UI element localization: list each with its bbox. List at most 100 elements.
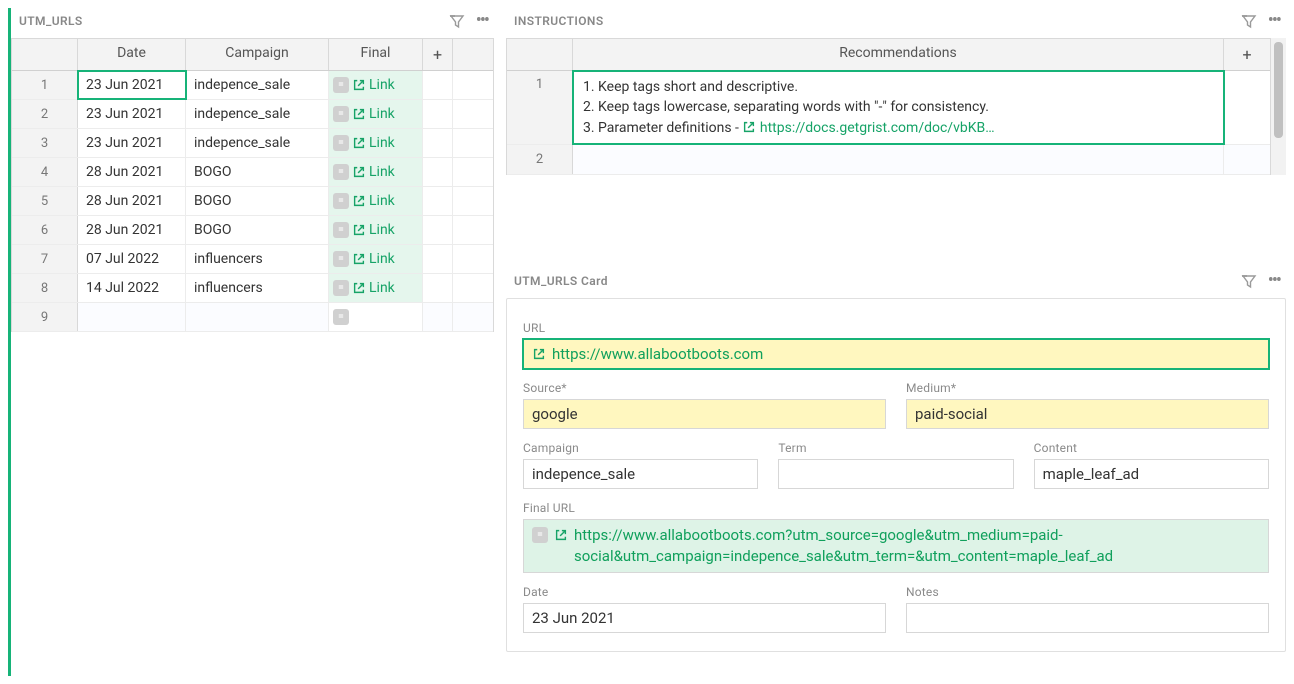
link-text: Link [369, 164, 395, 180]
utm-urls-table: Date Campaign Final + 123 Jun 2021indepe… [11, 38, 494, 332]
link-text: Link [369, 106, 395, 122]
campaign-cell[interactable]: indepence_sale [186, 129, 329, 157]
col-header-campaign[interactable]: Campaign [186, 39, 329, 70]
link-text: Link [369, 135, 395, 151]
instr-line-1: 1. Keep tags short and descriptive. [583, 77, 1213, 97]
row-number[interactable]: 4 [12, 158, 78, 186]
date-cell[interactable]: 28 Jun 2021 [78, 158, 186, 186]
date-cell[interactable]: 07 Jul 2022 [78, 245, 186, 273]
utm-urls-title: UTM_URLS [19, 14, 83, 28]
campaign-cell[interactable]: indepence_sale [186, 71, 329, 99]
final-link-cell[interactable] [329, 303, 423, 331]
label-term: Term [778, 441, 1013, 455]
row-number[interactable]: 2 [12, 100, 78, 128]
external-link-icon [352, 136, 366, 150]
link-text: Link [369, 251, 395, 267]
label-date: Date [523, 585, 886, 599]
external-link-icon [352, 165, 366, 179]
campaign-cell[interactable]: indepence_sale [186, 100, 329, 128]
date-cell[interactable]: 14 Jul 2022 [78, 274, 186, 302]
formula-icon [333, 77, 349, 93]
add-column-button[interactable]: + [1224, 39, 1270, 70]
col-header-final[interactable]: Final [329, 39, 423, 70]
filter-icon[interactable] [1240, 12, 1258, 30]
empty-cell[interactable] [573, 145, 1224, 174]
label-final-url: Final URL [523, 501, 1269, 515]
external-link-icon [352, 223, 366, 237]
label-medium: Medium* [906, 381, 1269, 395]
rownum-header [12, 39, 78, 70]
final-link-cell[interactable]: Link [329, 71, 423, 99]
final-link-cell[interactable]: Link [329, 187, 423, 215]
label-source: Source* [523, 381, 886, 395]
instr-line-2: 2. Keep tags lowercase, separating words… [583, 97, 1213, 117]
external-link-icon [352, 107, 366, 121]
final-url-field[interactable]: https://www.allabootboots.com?utm_source… [523, 519, 1269, 573]
final-link-cell[interactable]: Link [329, 129, 423, 157]
row-number[interactable]: 2 [507, 145, 573, 174]
row-number[interactable]: 6 [12, 216, 78, 244]
term-field[interactable] [778, 459, 1013, 489]
campaign-cell[interactable]: BOGO [186, 216, 329, 244]
content-field[interactable]: maple_leaf_ad [1034, 459, 1269, 489]
instructions-table: Recommendations + 1 1. Keep tags short a… [506, 38, 1271, 175]
final-link-cell[interactable]: Link [329, 216, 423, 244]
external-link-icon [352, 252, 366, 266]
row-number[interactable]: 5 [12, 187, 78, 215]
date-cell[interactable]: 23 Jun 2021 [78, 71, 186, 99]
external-link-icon [352, 78, 366, 92]
label-notes: Notes [906, 585, 1269, 599]
url-field[interactable]: https://www.allabootboots.com [523, 339, 1269, 369]
row-number[interactable]: 9 [12, 303, 78, 331]
row-number[interactable]: 8 [12, 274, 78, 302]
formula-icon [333, 280, 349, 296]
campaign-cell[interactable]: influencers [186, 245, 329, 273]
notes-field[interactable] [906, 603, 1269, 633]
link-text: Link [369, 193, 395, 209]
medium-field[interactable]: paid-social [906, 399, 1269, 429]
campaign-cell[interactable] [186, 303, 329, 331]
date-cell[interactable]: 23 Jun 2021 [78, 100, 186, 128]
row-number[interactable]: 1 [507, 71, 573, 144]
external-link-icon [532, 347, 546, 361]
final-link-cell[interactable]: Link [329, 274, 423, 302]
external-link-icon [554, 528, 568, 542]
card-title: UTM_URLS Card [514, 274, 608, 288]
card-body: URL https://www.allabootboots.com Source… [506, 298, 1286, 652]
col-header-recommendations[interactable]: Recommendations [573, 39, 1224, 70]
row-number[interactable]: 3 [12, 129, 78, 157]
final-link-cell[interactable]: Link [329, 100, 423, 128]
link-text: Link [369, 222, 395, 238]
date-cell[interactable]: 28 Jun 2021 [78, 187, 186, 215]
formula-icon [333, 164, 349, 180]
campaign-field[interactable]: indepence_sale [523, 459, 758, 489]
final-link-cell[interactable]: Link [329, 245, 423, 273]
add-column-button[interactable]: + [423, 39, 453, 70]
rownum-header [507, 39, 573, 70]
instructions-title: INSTRUCTIONS [514, 14, 604, 28]
scrollbar[interactable] [1271, 38, 1286, 175]
campaign-cell[interactable]: influencers [186, 274, 329, 302]
row-number[interactable]: 1 [12, 71, 78, 99]
label-campaign: Campaign [523, 441, 758, 455]
final-link-cell[interactable]: Link [329, 158, 423, 186]
row-number[interactable]: 7 [12, 245, 78, 273]
date-cell[interactable] [78, 303, 186, 331]
filter-icon[interactable] [1240, 272, 1258, 290]
campaign-cell[interactable]: BOGO [186, 158, 329, 186]
recommendations-cell[interactable]: 1. Keep tags short and descriptive. 2. K… [573, 71, 1224, 144]
formula-icon [532, 527, 548, 543]
date-cell[interactable]: 23 Jun 2021 [78, 129, 186, 157]
filter-icon[interactable] [448, 12, 466, 30]
campaign-cell[interactable]: BOGO [186, 187, 329, 215]
external-link-icon [742, 120, 756, 134]
formula-icon [333, 193, 349, 209]
formula-icon [333, 309, 349, 325]
date-field[interactable]: 23 Jun 2021 [523, 603, 886, 633]
date-cell[interactable]: 28 Jun 2021 [78, 216, 186, 244]
source-field[interactable]: google [523, 399, 886, 429]
param-defs-link[interactable]: https://docs.getgrist.com/doc/vbKB… [760, 120, 995, 136]
instr-line-3: 3. Parameter definitions - https://docs.… [583, 118, 1213, 138]
formula-icon [333, 222, 349, 238]
col-header-date[interactable]: Date [78, 39, 186, 70]
